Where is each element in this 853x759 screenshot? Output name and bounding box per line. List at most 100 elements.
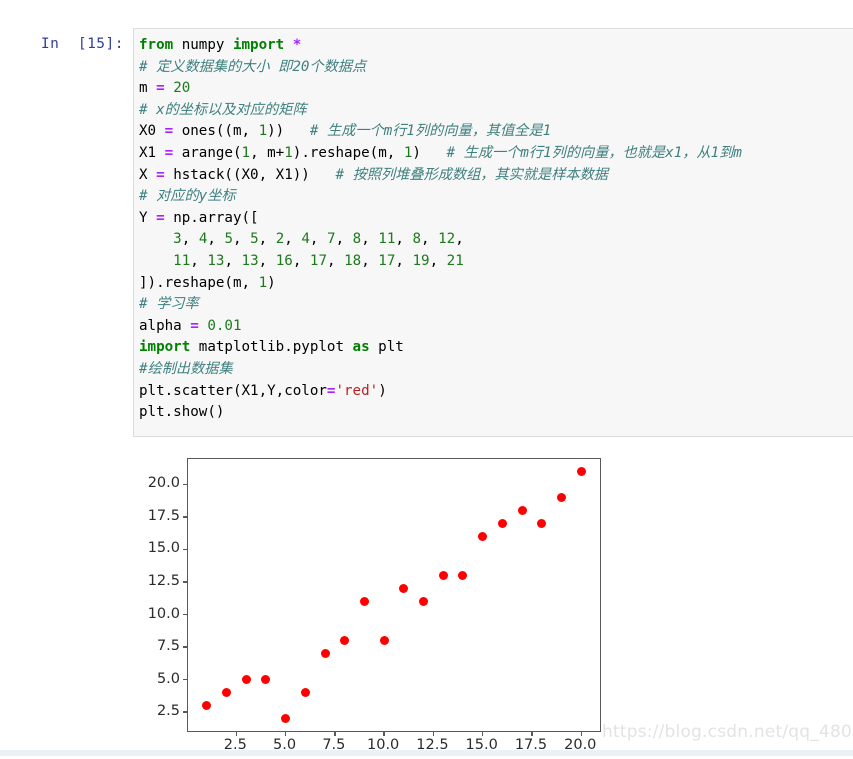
code-token: m (139, 80, 157, 97)
y-tick-label: 15.0 (147, 540, 180, 557)
scatter-point (557, 492, 567, 502)
code-token: plt.show() (139, 404, 225, 421)
code-token: 4 (301, 231, 310, 248)
code-token: ]).reshape(m, (139, 274, 259, 291)
code-token: , (327, 252, 345, 269)
code-token: as (352, 339, 379, 356)
code-token: , (284, 231, 302, 248)
code-token: 13 (207, 252, 225, 269)
code-token: 3 (173, 231, 182, 248)
plot-axes-frame (183, 458, 601, 736)
code-token: #绘制出数据集 (139, 360, 233, 377)
code-token: ) (267, 274, 276, 291)
code-token: 13 (241, 252, 259, 269)
code-token: X (139, 166, 157, 183)
x-tick-mark (284, 731, 287, 736)
code-token: , (361, 231, 379, 248)
y-tick-mark (183, 516, 188, 518)
code-token: arange( (181, 144, 242, 161)
matplotlib-figure-output: 2.5 5.0 7.5 10.0 12.5 15.0 17.5 20.0 2.5 5.0 7.5 1… (0, 440, 853, 756)
code-token: = (156, 80, 174, 97)
code-token: 17 (378, 252, 396, 269)
code-token: X1 (139, 144, 165, 161)
x-tick-mark (334, 731, 336, 736)
cell-execution-prompt: In [15]: (40, 36, 124, 52)
code-token: 16 (275, 252, 293, 269)
code-token: = (156, 209, 174, 226)
scatter-point (478, 531, 488, 541)
y-tick-label: 17.5 (147, 507, 180, 524)
code-token: # 生成一个m行1列的向量，也就是x1，从1到m (446, 144, 742, 161)
y-tick-mark (183, 483, 188, 486)
code-token: , (258, 252, 276, 269)
code-token: plt.scatter(X1,Y,color (139, 382, 327, 399)
y-tick-label: 7.5 (156, 638, 180, 655)
x-tick-mark (432, 731, 435, 736)
code-token: 1 (284, 144, 293, 161)
code-token: 8 (412, 231, 422, 248)
code-token: , (190, 252, 208, 269)
code-token: )) (267, 123, 310, 140)
code-token: import (232, 37, 293, 53)
scatter-point (419, 597, 429, 606)
code-token: np.array([ (173, 209, 259, 226)
code-token: , (233, 231, 251, 248)
y-tick-label: 12.5 (147, 572, 180, 589)
y-tick-mark (183, 613, 188, 616)
code-token: , (224, 252, 242, 269)
code-token: numpy (181, 37, 233, 53)
code-token: # 定义数据集的大小 即20个数据点 (139, 58, 367, 75)
scatter-point (399, 583, 409, 593)
code-token: import (139, 339, 199, 356)
code-token: , m+ (250, 144, 285, 161)
source-code[interactable]: from numpy import * # 定义数据集的大小 即20个数据点 m… (139, 35, 853, 424)
code-token: , (429, 252, 447, 269)
code-token: 2 (275, 231, 285, 248)
code-token: , (361, 252, 379, 269)
scatter-point (221, 688, 231, 698)
y-tick-label: 2.5 (156, 703, 180, 720)
x-tick-mark (235, 731, 237, 736)
x-tick-mark (482, 731, 484, 736)
x-tick-mark (580, 731, 582, 736)
code-token: X0 (139, 123, 165, 140)
scatter-point (438, 570, 448, 580)
code-token: = (156, 166, 174, 183)
watermark-text: https://blog.csdn.net/qq_48008050 (602, 722, 853, 742)
code-token: , (455, 231, 464, 248)
code-token: , (421, 231, 439, 248)
y-tick-mark (183, 678, 188, 681)
code-token: , (258, 231, 276, 248)
y-tick-mark (183, 646, 188, 648)
code-token: # 生成一个m行1列的向量，其值全是1 (309, 123, 552, 140)
scatter-point (261, 675, 271, 685)
scatter-point (300, 688, 310, 698)
scatter-point (517, 505, 527, 515)
code-token: 12 (438, 231, 456, 248)
code-token: 11 (173, 252, 191, 269)
scatter-plot-area (188, 459, 600, 731)
code-token: alpha (139, 317, 191, 334)
y-tick-mark (183, 711, 188, 713)
code-token: , (292, 252, 310, 269)
code-token: 1 (258, 123, 268, 140)
code-token: 11 (378, 231, 396, 248)
code-editor[interactable]: from numpy import * # 定义数据集的大小 即20个数据点 m… (133, 28, 853, 437)
page-bottom-strip (0, 750, 853, 756)
code-token: 5 (250, 231, 259, 248)
code-token: 1 (241, 144, 251, 161)
code-token: 1 (258, 274, 268, 291)
scatter-point (281, 714, 291, 724)
code-token: hstack((X0, X1)) (173, 166, 336, 183)
scatter-point (576, 466, 586, 476)
x-tick-mark (383, 731, 385, 736)
code-token: 'red' (335, 382, 379, 399)
scatter-point (241, 675, 251, 685)
code-token: # 对应的y坐标 (139, 188, 236, 205)
code-token: , (309, 231, 328, 248)
code-token: * (292, 37, 302, 53)
y-axis-tick-labels: 2.5 5.0 7.5 10.0 12.5 15.0 17.5 20.0 (118, 458, 180, 732)
scatter-point (320, 649, 330, 659)
